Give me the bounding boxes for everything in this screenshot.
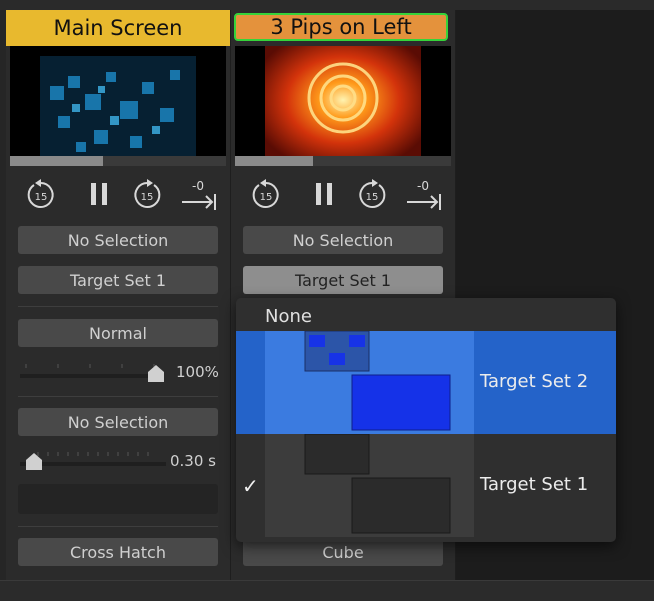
transition-dropdown[interactable]: Cross Hatch [18,538,218,566]
target-set-dropdown[interactable]: Target Set 1 [18,266,218,294]
channel-title: 3 Pips on Left [270,15,412,39]
jump-to-end-icon[interactable]: -0 [405,178,445,214]
video-preview [235,46,451,166]
pause-icon[interactable] [307,178,343,214]
video-thumbnail[interactable] [235,46,451,166]
target-set-label: Target Set 1 [69,270,167,290]
opacity-value: 100% [176,363,219,381]
selection-dropdown[interactable]: No Selection [18,226,218,254]
video-thumbnail[interactable] [10,46,226,166]
divider [18,306,218,307]
menu-item-label: Target Set 2 [480,371,589,392]
jump-to-end-icon[interactable]: -0 [180,178,220,214]
rewind-15-icon[interactable]: 15 [24,178,60,214]
top-edge [0,0,654,10]
progress-bar[interactable] [235,156,451,166]
divider [18,396,218,397]
video-preview [10,46,226,166]
target-set-label: Target Set 1 [294,270,392,290]
rewind-label: 15 [260,192,273,203]
forward-label: 15 [366,192,379,203]
target-set-dropdown[interactable]: Target Set 1 [243,266,443,294]
transition-dropdown[interactable]: Cube [243,538,443,566]
forward-15-icon[interactable]: 15 [130,178,166,214]
channel-header[interactable]: 3 Pips on Left [231,10,455,46]
transition-selection-label: No Selection [67,412,169,432]
menu-item-target-set-1[interactable]: ✓ Target Set 1 [236,433,616,537]
empty-field[interactable] [18,484,218,514]
transition-label: Cross Hatch [70,542,166,562]
jump-label: -0 [417,179,429,193]
checkmark-icon: ✓ [242,474,259,498]
bottom-bar [0,580,654,601]
menu-item-none-label: None [265,306,312,327]
slider-thumb[interactable] [26,453,42,470]
target-set-menu: None Target Set 2 ✓ Target Set 1 [236,298,616,542]
slider-thumb[interactable] [148,365,164,382]
playback-controls: 15 15 -0 [6,178,230,218]
transition-selection-dropdown[interactable]: No Selection [18,408,218,436]
progress-fill [10,156,103,166]
divider [18,526,218,527]
active-channel-pill[interactable]: 3 Pips on Left [234,13,448,41]
menu-item-target-set-2[interactable]: Target Set 2 [236,330,616,434]
playback-controls: 15 15 -0 [231,178,455,218]
selection-label: No Selection [292,230,394,250]
selection-label: No Selection [67,230,169,250]
selection-dropdown[interactable]: No Selection [243,226,443,254]
progress-bar[interactable] [10,156,226,166]
duration-value: 0.30 s [170,452,216,470]
channel-title: Main Screen [53,16,183,40]
channel-header[interactable]: Main Screen [6,10,230,46]
transition-label: Cube [322,542,364,562]
forward-15-icon[interactable]: 15 [355,178,391,214]
target-set-1-preview [265,433,474,537]
blend-mode-dropdown[interactable]: Normal [18,319,218,347]
channel-main-screen: Main Screen 15 15 -0 No Selection Target… [6,10,230,580]
rewind-label: 15 [35,192,48,203]
jump-label: -0 [192,179,204,193]
rewind-15-icon[interactable]: 15 [249,178,285,214]
forward-label: 15 [141,192,154,203]
menu-item-label: Target Set 1 [480,474,589,495]
progress-fill [235,156,313,166]
pause-icon[interactable] [82,178,118,214]
target-set-2-preview [265,330,474,434]
blend-mode-label: Normal [89,323,147,343]
menu-item-none[interactable]: None [236,298,616,331]
